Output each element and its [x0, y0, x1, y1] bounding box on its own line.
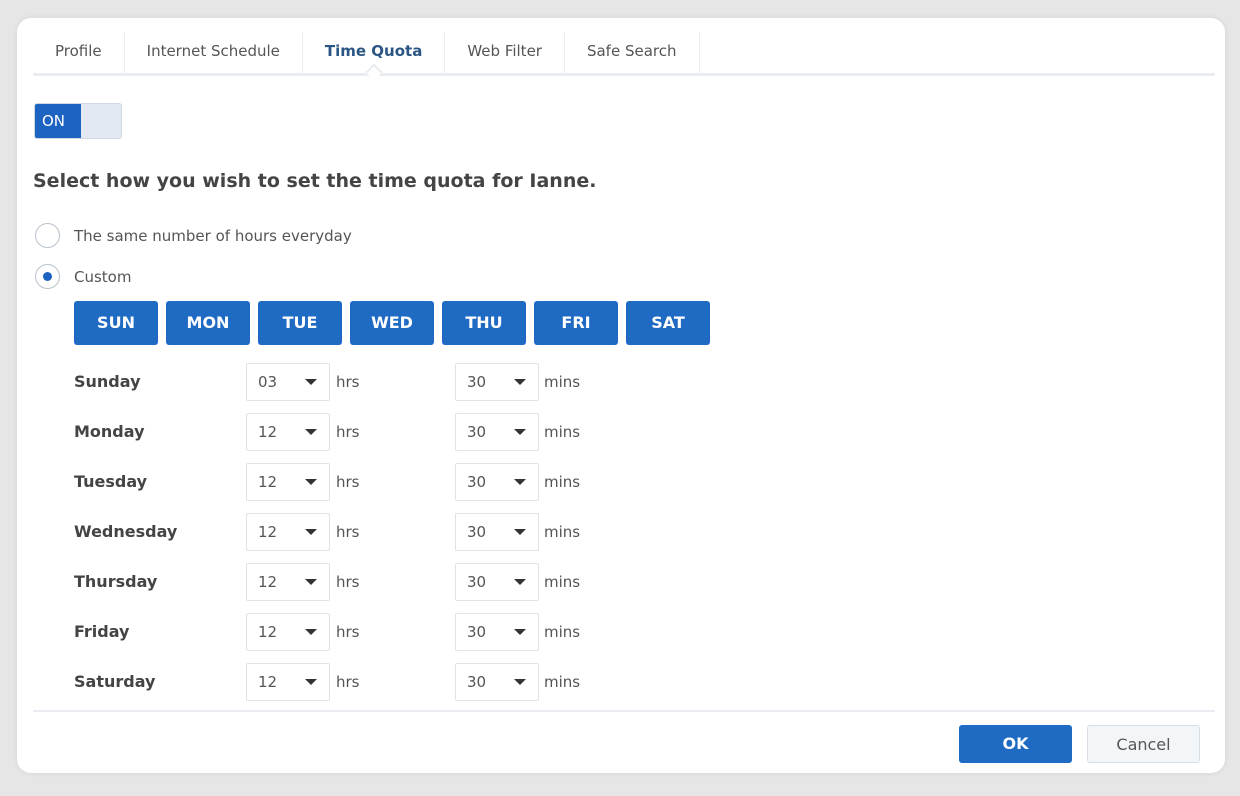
day-button-thu[interactable]: THU — [442, 301, 526, 345]
tab-internet-schedule[interactable]: Internet Schedule — [125, 32, 303, 74]
quota-row-friday: Friday 12 hrs 30 mins — [74, 613, 674, 651]
quota-row-tuesday: Tuesday 12 hrs 30 mins — [74, 463, 674, 501]
minutes-value: 30 — [467, 623, 487, 641]
time-quota-dialog: Profile Internet Schedule Time Quota Web… — [17, 18, 1225, 773]
hours-value: 03 — [258, 373, 278, 391]
hours-value: 12 — [258, 423, 278, 441]
minutes-value: 30 — [467, 373, 487, 391]
tab-web-filter[interactable]: Web Filter — [445, 32, 565, 74]
hours-value: 12 — [258, 673, 278, 691]
day-button-sat[interactable]: SAT — [626, 301, 710, 345]
mins-unit: mins — [544, 423, 581, 441]
hours-value: 12 — [258, 623, 278, 641]
dropdown-arrow-icon — [514, 429, 526, 435]
hours-select[interactable]: 12 — [246, 463, 330, 501]
hrs-unit: hrs — [336, 573, 360, 591]
dropdown-arrow-icon — [514, 679, 526, 685]
hrs-unit: hrs — [336, 423, 360, 441]
radio-custom[interactable]: Custom — [35, 264, 131, 289]
dropdown-arrow-icon — [305, 579, 317, 585]
hours-value: 12 — [258, 523, 278, 541]
tab-profile[interactable]: Profile — [33, 32, 125, 74]
dropdown-arrow-icon — [305, 529, 317, 535]
hrs-unit: hrs — [336, 623, 360, 641]
dropdown-arrow-icon — [305, 629, 317, 635]
minutes-select[interactable]: 30 — [455, 413, 539, 451]
hrs-unit: hrs — [336, 473, 360, 491]
day-label: Friday — [74, 622, 130, 641]
day-button-fri[interactable]: FRI — [534, 301, 618, 345]
hours-select[interactable]: 12 — [246, 413, 330, 451]
quota-row-saturday: Saturday 12 hrs 30 mins — [74, 663, 674, 701]
tab-time-quota[interactable]: Time Quota — [303, 32, 446, 74]
mins-unit: mins — [544, 673, 581, 691]
dropdown-arrow-icon — [305, 429, 317, 435]
day-button-sun[interactable]: SUN — [74, 301, 158, 345]
day-label: Thursday — [74, 572, 158, 591]
hours-select[interactable]: 12 — [246, 613, 330, 651]
quota-row-sunday: Sunday 03 hrs 30 mins — [74, 363, 674, 401]
dropdown-arrow-icon — [514, 629, 526, 635]
minutes-select[interactable]: 30 — [455, 463, 539, 501]
day-label: Saturday — [74, 672, 156, 691]
hrs-unit: hrs — [336, 673, 360, 691]
minutes-value: 30 — [467, 473, 487, 491]
hours-select[interactable]: 12 — [246, 563, 330, 601]
tab-bar: Profile Internet Schedule Time Quota Web… — [33, 32, 1215, 76]
time-quota-toggle[interactable]: ON — [34, 103, 122, 139]
toggle-on-label: ON — [35, 104, 81, 138]
section-heading: Select how you wish to set the time quot… — [33, 170, 597, 192]
hrs-unit: hrs — [336, 373, 360, 391]
day-label: Sunday — [74, 372, 141, 391]
dropdown-arrow-icon — [514, 579, 526, 585]
day-buttons: SUN MON TUE WED THU FRI SAT — [74, 301, 710, 345]
minutes-select[interactable]: 30 — [455, 513, 539, 551]
hours-value: 12 — [258, 573, 278, 591]
radio-same-hours[interactable]: The same number of hours everyday — [35, 223, 352, 248]
hours-select[interactable]: 12 — [246, 663, 330, 701]
minutes-value: 30 — [467, 523, 487, 541]
hours-value: 12 — [258, 473, 278, 491]
hours-select[interactable]: 12 — [246, 513, 330, 551]
minutes-value: 30 — [467, 573, 487, 591]
ok-button[interactable]: OK — [959, 725, 1072, 763]
dropdown-arrow-icon — [305, 679, 317, 685]
mins-unit: mins — [544, 473, 581, 491]
quota-row-monday: Monday 12 hrs 30 mins — [74, 413, 674, 451]
day-button-wed[interactable]: WED — [350, 301, 434, 345]
day-label: Monday — [74, 422, 145, 441]
mins-unit: mins — [544, 573, 581, 591]
mins-unit: mins — [544, 523, 581, 541]
dropdown-arrow-icon — [514, 479, 526, 485]
tab-safe-search[interactable]: Safe Search — [565, 32, 700, 74]
minutes-select[interactable]: 30 — [455, 363, 539, 401]
minutes-value: 30 — [467, 423, 487, 441]
minutes-select[interactable]: 30 — [455, 563, 539, 601]
dropdown-arrow-icon — [305, 479, 317, 485]
cancel-button[interactable]: Cancel — [1087, 725, 1200, 763]
hrs-unit: hrs — [336, 523, 360, 541]
dropdown-arrow-icon — [514, 529, 526, 535]
mins-unit: mins — [544, 373, 581, 391]
hours-select[interactable]: 03 — [246, 363, 330, 401]
dropdown-arrow-icon — [514, 379, 526, 385]
day-button-mon[interactable]: MON — [166, 301, 250, 345]
dropdown-arrow-icon — [305, 379, 317, 385]
minutes-value: 30 — [467, 673, 487, 691]
minutes-select[interactable]: 30 — [455, 613, 539, 651]
radio-label: The same number of hours everyday — [74, 226, 352, 245]
minutes-select[interactable]: 30 — [455, 663, 539, 701]
mins-unit: mins — [544, 623, 581, 641]
day-label: Wednesday — [74, 522, 178, 541]
quota-row-thursday: Thursday 12 hrs 30 mins — [74, 563, 674, 601]
footer-divider — [33, 710, 1215, 712]
quota-row-wednesday: Wednesday 12 hrs 30 mins — [74, 513, 674, 551]
radio-circle[interactable] — [35, 223, 60, 248]
day-button-tue[interactable]: TUE — [258, 301, 342, 345]
day-label: Tuesday — [74, 472, 148, 491]
radio-circle[interactable] — [35, 264, 60, 289]
radio-label: Custom — [74, 267, 132, 286]
